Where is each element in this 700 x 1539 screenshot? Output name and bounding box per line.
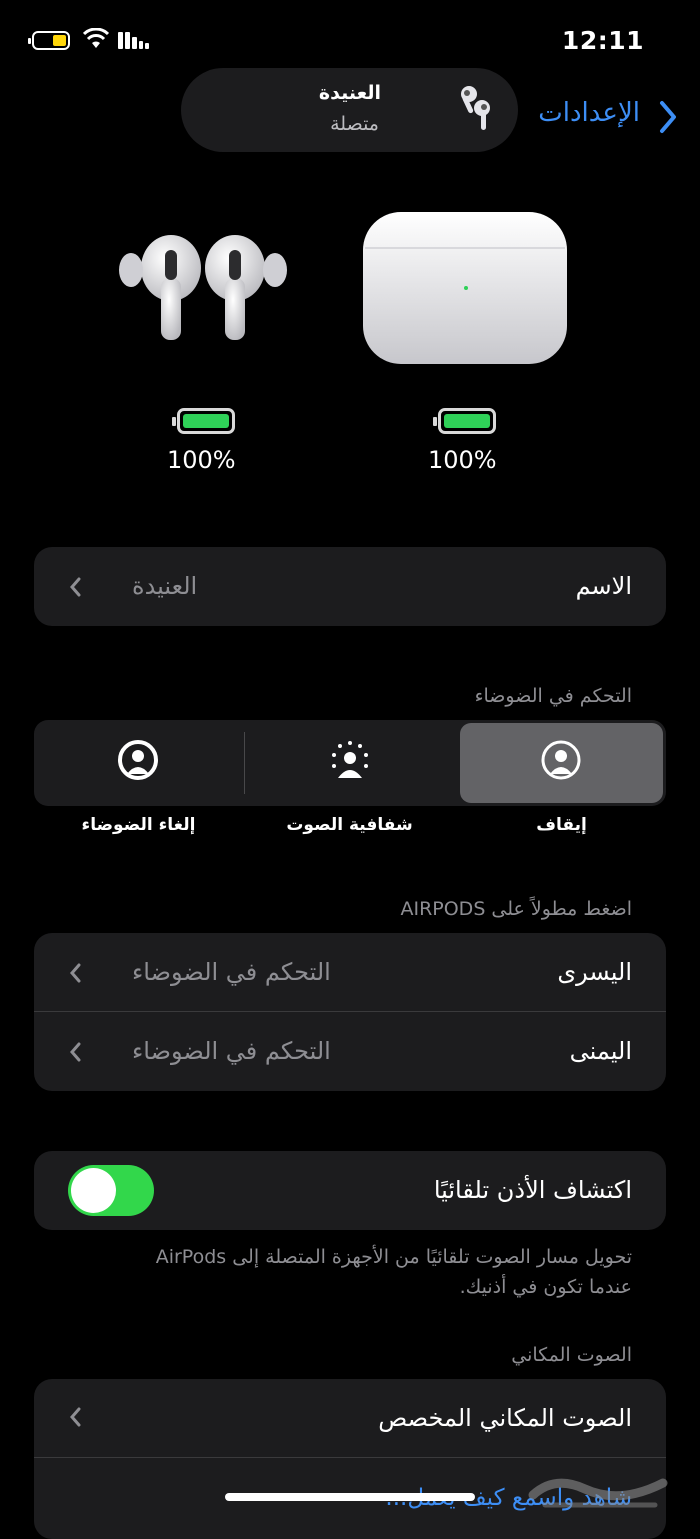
spatial-audio-section-label: الصوت المكاني [511,1344,632,1366]
spatial-audio-group: الصوت المكاني المخصص شاهد واسمع كيف يعمل… [34,1379,666,1539]
ear-detection-toggle[interactable] [68,1165,154,1216]
ear-detection-title: اكتشاف الأذن تلقائيًا [433,1176,632,1204]
chevron-left-icon [70,963,81,983]
noise-control-section-label: التحكم في الضوضاء [474,685,632,707]
press-hold-right-row[interactable]: اليمنى التحكم في الضوضاء [34,1012,666,1091]
segment-divider [244,732,245,794]
press-hold-left-row[interactable]: اليسرى التحكم في الضوضاء [34,933,666,1011]
ear-detection-row: اكتشاف الأذن تلقائيًا [34,1151,666,1230]
chevron-left-icon [70,1407,81,1427]
spatial-audio-row-title: الصوت المكاني المخصص [378,1404,632,1432]
footnote-line-2: عندما تكون في أذنيك. [459,1276,632,1298]
name-row[interactable]: الاسم العنيدة [34,547,666,626]
right-row-title: اليمنى [569,1037,632,1065]
status-time: 12:11 [561,26,644,55]
footnote-line-1: تحويل مسار الصوت تلقائيًا من الأجهزة الم… [155,1246,632,1268]
noise-option-transparency-label[interactable]: شفافية الصوت [248,815,451,835]
airpods-icon [461,86,490,130]
left-row-title: اليسرى [557,958,632,986]
wifi-icon [83,28,109,48]
left-row-value: التحكم في الضوضاء [132,958,331,986]
cellular-signal-icon [118,32,149,49]
back-button[interactable]: الإعدادات [538,98,640,128]
person-off-icon[interactable] [541,740,581,784]
device-pill[interactable]: العنيدة متصلة [181,68,518,152]
earbuds-battery-icon [172,408,235,434]
noise-option-off-label[interactable]: إيقاف [460,815,663,835]
status-battery-icon [28,31,70,50]
ear-detection-footnote: تحويل مسار الصوت تلقائيًا من الأجهزة الم… [42,1242,632,1302]
airpods-earbuds-image [119,235,287,340]
press-hold-section-label: اضغط مطولاً على AIRPODS [400,898,632,920]
noise-control-segmented[interactable] [34,720,666,806]
transparency-icon[interactable] [330,740,370,784]
chevron-left-icon [70,1042,81,1062]
watermark-logo [528,1478,668,1508]
airpods-case-image [363,212,567,364]
noise-option-anc-label[interactable]: إلغاء الضوضاء [37,815,240,835]
device-status: متصلة [330,113,379,135]
home-indicator[interactable] [225,1493,475,1501]
case-battery-icon [433,408,496,434]
row-separator [34,1457,666,1458]
back-chevron-icon[interactable] [658,100,678,134]
right-row-value: التحكم في الضوضاء [132,1037,331,1065]
earbuds-battery-percent: 100% [167,446,236,474]
name-row-value: العنيدة [132,572,198,600]
personalized-spatial-audio-row[interactable]: الصوت المكاني المخصص [34,1379,666,1457]
name-row-title: الاسم [575,572,632,600]
noise-cancellation-icon[interactable] [118,740,158,784]
chevron-left-icon [70,577,81,597]
press-hold-group: اليسرى التحكم في الضوضاء اليمنى التحكم ف… [34,933,666,1091]
case-battery-percent: 100% [428,446,497,474]
device-name: العنيدة [318,82,381,104]
